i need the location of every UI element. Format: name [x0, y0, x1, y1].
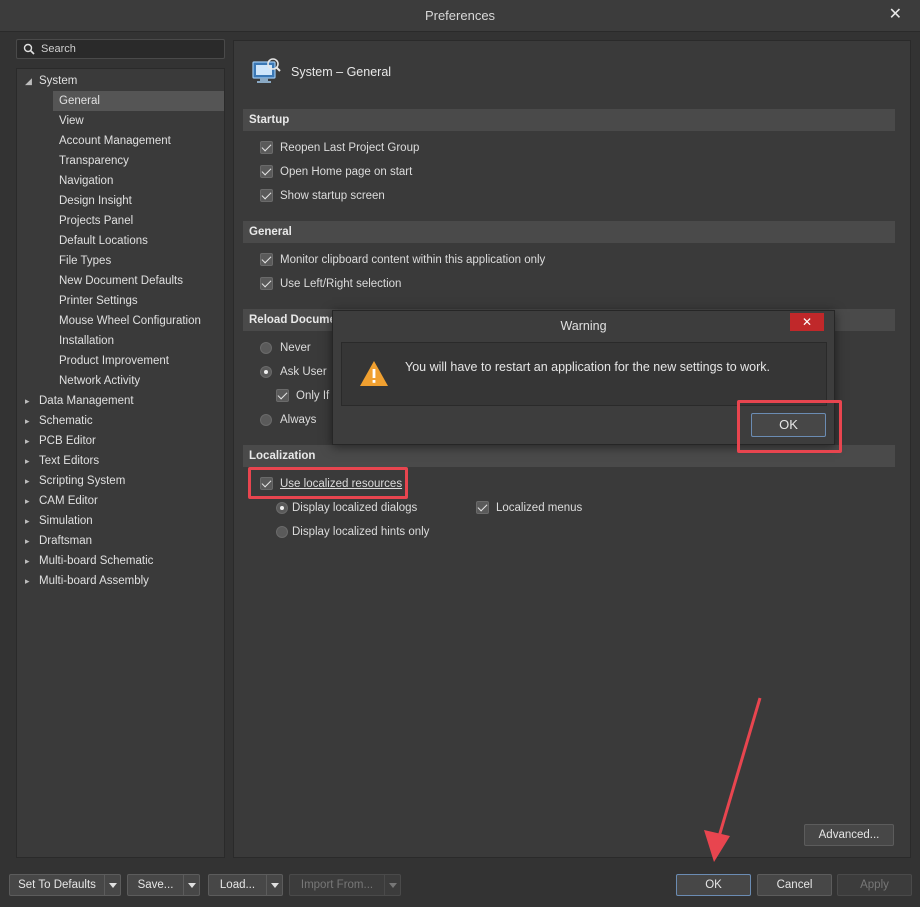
close-icon[interactable]: ✕	[889, 4, 902, 24]
tree-item-default-locations[interactable]: Default Locations	[53, 231, 224, 251]
import-button: Import From...	[289, 874, 385, 896]
warning-body: You will have to restart an application …	[341, 342, 827, 406]
tree-item-printer-settings[interactable]: Printer Settings	[53, 291, 224, 311]
chevron-right-icon[interactable]: ▸	[25, 511, 30, 531]
tree-item-network-activity[interactable]: Network Activity	[53, 371, 224, 391]
warning-message: You will have to restart an application …	[405, 360, 771, 374]
advanced-button[interactable]: Advanced...	[804, 824, 894, 846]
set-to-defaults-button[interactable]: Set To Defaults	[9, 874, 105, 896]
tree-item-multi-board-assembly[interactable]: ▸ Multi-board Assembly	[17, 571, 224, 591]
tree-item-general[interactable]: General	[53, 91, 224, 111]
tree-item-transparency[interactable]: Transparency	[53, 151, 224, 171]
tree-item-schematic[interactable]: ▸ Schematic	[17, 411, 224, 431]
chevron-right-icon[interactable]: ▸	[25, 391, 30, 411]
window-title: Preferences	[424, 8, 496, 23]
annotation-highlight-warning-ok	[737, 400, 842, 453]
tree-item-view[interactable]: View	[53, 111, 224, 131]
tree-item-pcb-editor[interactable]: ▸ PCB Editor	[17, 431, 224, 451]
chevron-right-icon[interactable]: ▸	[25, 531, 30, 551]
chevron-right-icon[interactable]: ▸	[25, 431, 30, 451]
tree-item-scripting-system[interactable]: ▸ Scripting System	[17, 471, 224, 491]
tree-item-installation[interactable]: Installation	[53, 331, 224, 351]
chevron-right-icon[interactable]: ▸	[25, 451, 30, 471]
tree-item-account-management[interactable]: Account Management	[53, 131, 224, 151]
ok-button[interactable]: OK	[676, 874, 751, 896]
system-settings-icon	[252, 58, 281, 83]
search-input[interactable]: Search	[16, 39, 225, 59]
tree-item-file-types[interactable]: File Types	[53, 251, 224, 271]
chevron-right-icon[interactable]: ▸	[25, 551, 30, 571]
chevron-down-icon	[385, 874, 401, 896]
page-title: System – General	[291, 65, 392, 79]
load-button[interactable]: Load...	[208, 874, 267, 896]
preferences-tree[interactable]: ◢ System General View Account Management Tr…	[16, 68, 225, 858]
tree-item-product-improvement[interactable]: Product Improvement	[53, 351, 224, 371]
chevron-down-icon[interactable]	[105, 874, 121, 896]
search-placeholder: Search	[41, 43, 76, 55]
save-button[interactable]: Save...	[127, 874, 184, 896]
tree-item-text-editors[interactable]: ▸ Text Editors	[17, 451, 224, 471]
warning-icon	[360, 361, 388, 386]
tree-item-navigation[interactable]: Navigation	[53, 171, 224, 191]
search-icon	[23, 43, 35, 55]
chevron-right-icon[interactable]: ▸	[25, 491, 30, 511]
chevron-down-icon[interactable]: ◢	[25, 71, 32, 91]
startup-header: Startup	[243, 109, 895, 131]
tree-item-data-management[interactable]: ▸ Data Management	[17, 391, 224, 411]
chevron-down-icon[interactable]	[184, 874, 200, 896]
title-bar: Preferences ✕	[0, 0, 920, 32]
tree-item-mouse-wheel-configuration[interactable]: Mouse Wheel Configuration	[53, 311, 224, 331]
tree-item-projects-panel[interactable]: Projects Panel	[53, 211, 224, 231]
chevron-down-icon[interactable]	[267, 874, 283, 896]
tree-item-system[interactable]: ◢ System	[17, 71, 224, 91]
warning-title: Warning	[560, 319, 607, 333]
tree-item-cam-editor[interactable]: ▸ CAM Editor	[17, 491, 224, 511]
tree-item-simulation[interactable]: ▸ Simulation	[17, 511, 224, 531]
annotation-arrow-icon	[704, 697, 762, 862]
tree-item-design-insight[interactable]: Design Insight	[53, 191, 224, 211]
tree-item-new-document-defaults[interactable]: New Document Defaults	[53, 271, 224, 291]
apply-button: Apply	[837, 874, 912, 896]
chevron-right-icon[interactable]: ▸	[25, 571, 30, 591]
chevron-right-icon[interactable]: ▸	[25, 411, 30, 431]
annotation-highlight-localized	[248, 467, 408, 499]
chevron-right-icon[interactable]: ▸	[25, 471, 30, 491]
tree-item-multi-board-schematic[interactable]: ▸ Multi-board Schematic	[17, 551, 224, 571]
tree-item-draftsman[interactable]: ▸ Draftsman	[17, 531, 224, 551]
general-header: General	[243, 221, 895, 243]
cancel-button[interactable]: Cancel	[757, 874, 832, 896]
close-icon[interactable]: ✕	[790, 313, 824, 331]
